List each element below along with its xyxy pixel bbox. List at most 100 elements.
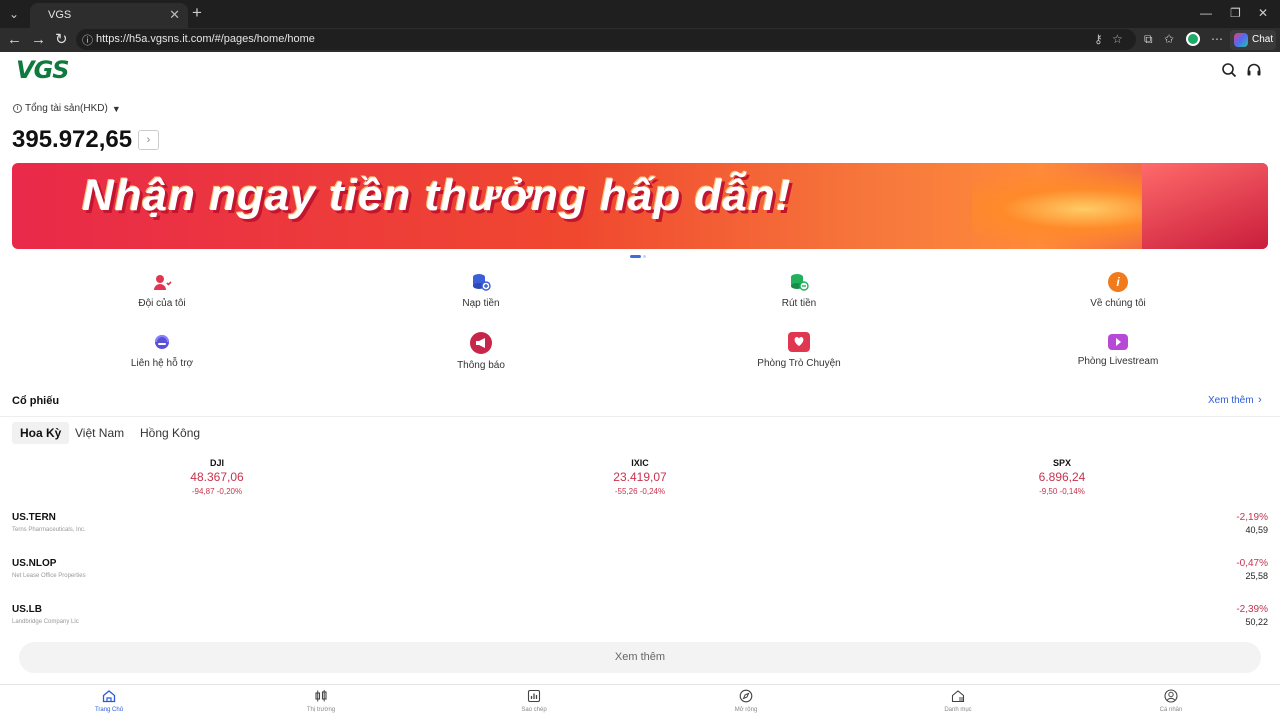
back-icon[interactable]: ← bbox=[7, 31, 22, 49]
index-value: 48.367,06 bbox=[190, 470, 244, 484]
chat-button[interactable]: Chat bbox=[1230, 30, 1276, 50]
nav-portfolio[interactable]: Danh mục bbox=[898, 689, 1018, 713]
quick-action-chat-room[interactable]: Phòng Trò Chuyện bbox=[719, 332, 879, 369]
quick-action-withdraw[interactable]: Rút tiền bbox=[719, 272, 879, 309]
stock-row[interactable]: US.LB Landbridge Company Llc -2,39% 50,2… bbox=[12, 604, 1268, 638]
index-card-spx[interactable]: SPX 6.896,24 -9,50 -0,14% bbox=[962, 458, 1162, 496]
search-icon[interactable] bbox=[1221, 62, 1237, 78]
quick-action-announcement[interactable]: Thông báo bbox=[401, 332, 561, 371]
quick-action-label: Phòng Livestream bbox=[1077, 356, 1159, 367]
market-icon bbox=[314, 689, 328, 703]
index-value: 23.419,07 bbox=[613, 470, 667, 484]
app-page: VGS i Tổng tài sản(HKD) ▼ 395.972,65 › Nhậ… bbox=[0, 52, 1280, 720]
pagination-dot-active[interactable] bbox=[630, 255, 641, 258]
team-icon bbox=[152, 272, 172, 292]
nav-label: Mở rộng bbox=[734, 707, 758, 713]
tab-us-market[interactable]: Hoa Kỳ bbox=[12, 422, 70, 444]
extensions-icon[interactable]: ⧉ bbox=[1144, 32, 1153, 47]
tab-list-chevron-icon[interactable]: ⌄ bbox=[4, 4, 24, 24]
home-icon bbox=[102, 689, 116, 703]
index-name: DJI bbox=[209, 458, 224, 468]
assets-detail-arrow-icon[interactable]: › bbox=[138, 130, 159, 150]
index-change: -94,87 -0,20% bbox=[191, 487, 243, 496]
quick-action-label: Đội của tôi bbox=[138, 298, 186, 309]
stock-price: 25,58 bbox=[1245, 571, 1268, 581]
site-info-icon[interactable]: ⓘ bbox=[82, 32, 93, 48]
stock-symbol: US.LB bbox=[12, 604, 42, 615]
quick-action-my-team[interactable]: Đội của tôi bbox=[82, 272, 242, 309]
gift-box-graphic bbox=[1142, 163, 1268, 249]
chat-room-icon bbox=[788, 332, 810, 352]
stock-company-name: Landbridge Company Llc bbox=[12, 619, 79, 625]
minimize-icon[interactable]: — bbox=[1200, 6, 1212, 20]
index-card-dji[interactable]: DJI 48.367,06 -94,87 -0,20% bbox=[117, 458, 317, 496]
index-card-ixic[interactable]: IXIC 23.419,07 -55,26 -0,24% bbox=[540, 458, 740, 496]
quick-action-label: Rút tiền bbox=[781, 298, 817, 309]
livestream-icon bbox=[1108, 334, 1128, 350]
tab-close-icon[interactable]: ✕ bbox=[169, 7, 180, 23]
headset-icon[interactable] bbox=[1246, 62, 1262, 78]
reload-icon[interactable]: ↻ bbox=[55, 31, 68, 49]
nav-explore[interactable]: Mở rộng bbox=[686, 689, 806, 713]
stock-company-name: Net Lease Office Properties bbox=[12, 573, 86, 579]
browser-tab[interactable]: VGS ✕ bbox=[30, 3, 188, 28]
quick-action-livestream[interactable]: Phòng Livestream bbox=[1038, 332, 1198, 367]
profile-icon bbox=[1164, 689, 1178, 703]
address-bar[interactable]: ⓘ https://h5a.vgsns.it.com/#/pages/home/… bbox=[76, 29, 1136, 50]
browser-toolbar: ← → ↻ ⓘ https://h5a.vgsns.it.com/#/pages… bbox=[0, 28, 1280, 52]
nav-label: Sao chép bbox=[521, 707, 547, 713]
profile-avatar-icon[interactable] bbox=[1186, 32, 1200, 46]
nav-label: Trang Chủ bbox=[94, 707, 124, 713]
window-close-icon[interactable]: ✕ bbox=[1258, 6, 1268, 20]
stock-price: 40,59 bbox=[1245, 525, 1268, 535]
total-assets-label: Tổng tài sản(HKD) bbox=[25, 103, 108, 114]
pagination-dot[interactable] bbox=[643, 255, 646, 258]
maximize-icon[interactable]: ❐ bbox=[1230, 6, 1241, 20]
promo-banner[interactable]: Nhận ngay tiền thưởng hấp dẫn! bbox=[12, 163, 1268, 249]
copy-trade-icon bbox=[527, 689, 541, 703]
stock-symbol: US.NLOP bbox=[12, 558, 57, 569]
chevron-right-icon[interactable]: › bbox=[1258, 394, 1262, 406]
bottom-navigation: Trang Chủ Thị trường Sao chép Mở rộng Da… bbox=[0, 684, 1280, 720]
key-icon[interactable]: ⚷ bbox=[1094, 32, 1103, 46]
more-menu-icon[interactable]: ⋯ bbox=[1211, 32, 1223, 46]
nav-copy-trade[interactable]: Sao chép bbox=[474, 689, 594, 713]
stock-row[interactable]: US.NLOP Net Lease Office Properties -0,4… bbox=[12, 558, 1268, 592]
nav-home[interactable]: Trang Chủ bbox=[49, 689, 169, 713]
quick-action-support[interactable]: Liên hệ hỗ trợ bbox=[82, 332, 242, 369]
see-more-stocks-button[interactable]: Xem thêm bbox=[19, 642, 1261, 673]
tab-vietnam-market[interactable]: Việt Nam bbox=[67, 422, 132, 444]
index-name: IXIC bbox=[631, 458, 649, 468]
stock-symbol: US.TERN bbox=[12, 512, 56, 523]
vgs-logo: VGS bbox=[16, 56, 70, 84]
copilot-icon bbox=[1234, 33, 1248, 47]
url-text[interactable]: https://h5a.vgsns.it.com/#/pages/home/ho… bbox=[96, 33, 315, 45]
stock-row[interactable]: US.TERN Terns Pharmaceuticals, Inc. -2,1… bbox=[12, 512, 1268, 546]
portfolio-icon bbox=[951, 689, 965, 703]
index-name: SPX bbox=[1052, 458, 1071, 468]
quick-action-deposit[interactable]: Nạp tiền bbox=[401, 272, 561, 309]
nav-label: Cá nhân bbox=[1159, 707, 1183, 713]
stock-company-name: Terns Pharmaceuticals, Inc. bbox=[12, 527, 86, 533]
quick-action-label: Về chúng tôi bbox=[1090, 298, 1146, 309]
forward-icon[interactable]: → bbox=[31, 31, 46, 49]
total-assets-selector[interactable]: i Tổng tài sản(HKD) ▼ bbox=[13, 103, 121, 114]
favorites-icon[interactable]: ✩ bbox=[1164, 32, 1174, 46]
quick-action-label: Liên hệ hỗ trợ bbox=[130, 358, 194, 369]
section-divider bbox=[0, 416, 1280, 417]
new-tab-icon[interactable]: + bbox=[192, 4, 202, 22]
favorite-star-icon[interactable]: ☆ bbox=[1112, 32, 1123, 46]
dropdown-caret-icon: ▼ bbox=[111, 103, 121, 114]
stocks-section-title: Cổ phiếu bbox=[12, 395, 60, 407]
index-value: 6.896,24 bbox=[1038, 470, 1086, 484]
explore-icon bbox=[739, 689, 753, 703]
quick-action-about-us[interactable]: i Về chúng tôi bbox=[1038, 272, 1198, 309]
announcement-icon bbox=[470, 332, 492, 354]
nav-market[interactable]: Thị trường bbox=[261, 689, 381, 713]
tab-hongkong-market[interactable]: Hồng Kông bbox=[132, 422, 208, 444]
total-assets-value: 395.972,65 bbox=[12, 126, 133, 153]
quick-action-label: Thông báo bbox=[457, 360, 505, 371]
stocks-see-more-link[interactable]: Xem thêm bbox=[1208, 395, 1254, 406]
about-icon: i bbox=[1108, 272, 1128, 292]
nav-profile[interactable]: Cá nhân bbox=[1111, 689, 1231, 713]
